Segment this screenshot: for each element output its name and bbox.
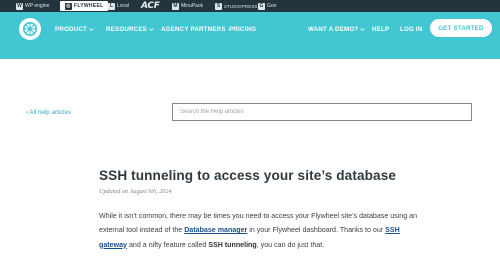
brand-label: WP engine	[25, 3, 50, 9]
article-intro-paragraph: While it isn’t common, there may be time…	[99, 209, 419, 252]
nav-agency-label: AGENCY PARTNERS	[161, 26, 226, 33]
brand-label: MinuPack	[181, 3, 203, 9]
chevron-down-icon	[89, 28, 94, 32]
brand-label: Goo	[267, 3, 277, 9]
ssh-tunneling-term: SSH tunneling	[208, 240, 257, 249]
nav-login-label: LOG IN	[400, 26, 423, 33]
brand-wp-engine[interactable]: W WP engine	[16, 1, 49, 11]
flywheel-logo[interactable]	[19, 18, 41, 40]
brand-label: FLYWHEEL	[74, 3, 104, 9]
flywheel-logo-icon	[23, 22, 37, 36]
para-text: in your Flywheel dashboard. Thanks to ou…	[247, 226, 386, 235]
database-manager-link[interactable]: Database manager	[184, 226, 247, 234]
chevron-down-icon	[360, 28, 366, 32]
nav-login[interactable]: LOG IN	[400, 26, 423, 33]
minupack-icon: M	[172, 2, 179, 10]
get-started-button[interactable]: GET STARTED	[430, 19, 492, 37]
nav-pricing-label: PRICING	[229, 26, 257, 33]
nav-product[interactable]: PRODUCT	[55, 26, 94, 33]
local-icon: L	[108, 2, 115, 10]
brand-genesis[interactable]: G Goo	[258, 1, 276, 11]
search-input[interactable]	[172, 103, 472, 121]
brand-label: STUDIOPRESS	[224, 3, 258, 9]
brand-local[interactable]: L Local	[108, 1, 129, 11]
wp-engine-icon: W	[16, 2, 23, 10]
nav-pricing[interactable]: PRICING	[229, 26, 256, 33]
nav-help[interactable]: HELP	[372, 26, 389, 33]
brand-bar: W WP engine ◎ FLYWHEEL L Local ACF M Min…	[0, 0, 500, 12]
nav-help-label: HELP	[372, 26, 390, 33]
brand-acf[interactable]: ACF	[141, 1, 160, 11]
chevron-down-icon	[149, 28, 154, 32]
main-nav: PRODUCT RESOURCES AGENCY PARTNERS PRICIN…	[0, 12, 500, 59]
para-text: and a nifty feature called	[127, 240, 209, 249]
brand-label: Local	[117, 3, 129, 9]
brand-studiopress[interactable]: S STUDIOPRESS	[215, 1, 258, 11]
nav-product-label: PRODUCT	[55, 26, 87, 33]
brand-flywheel[interactable]: ◎ FLYWHEEL	[60, 1, 109, 11]
nav-resources[interactable]: RESOURCES	[106, 26, 154, 33]
para-text: , you can do just that.	[256, 240, 325, 249]
nav-agency-partners[interactable]: AGENCY PARTNERS	[161, 26, 226, 33]
studiopress-icon: S	[215, 2, 222, 10]
nav-demo-label: WANT A DEMO?	[308, 26, 359, 33]
acf-logo: ACF	[141, 1, 160, 11]
flywheel-icon: ◎	[65, 2, 72, 10]
nav-resources-label: RESOURCES	[106, 26, 147, 33]
page-title: SSH tunneling to access your site’s data…	[99, 168, 397, 183]
updated-date: Updated on August 6th, 2024	[99, 188, 172, 195]
brand-minupack[interactable]: M MinuPack	[172, 1, 203, 11]
nav-demo[interactable]: WANT A DEMO?	[308, 26, 366, 33]
all-help-articles-link[interactable]: ‹ All help articles	[26, 109, 71, 116]
genesis-icon: G	[258, 2, 265, 10]
